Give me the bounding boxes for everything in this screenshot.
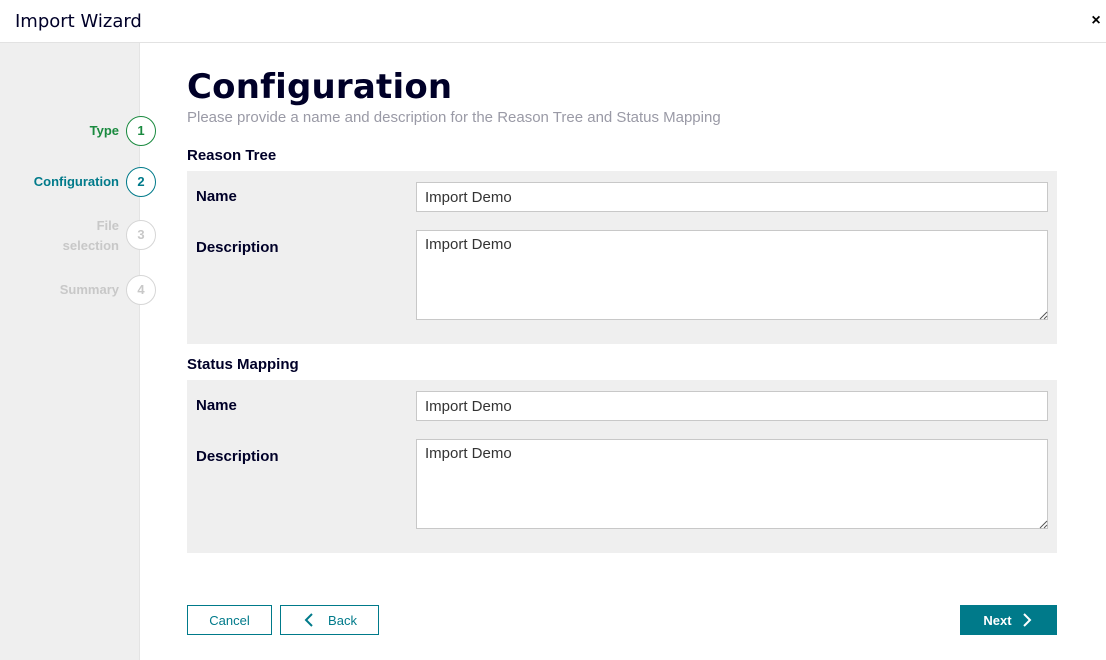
step-file-selection: File selection 3: [0, 216, 160, 256]
step-number-badge: 3: [126, 220, 156, 250]
cancel-button[interactable]: Cancel: [187, 605, 272, 635]
step-type[interactable]: Type 1: [0, 112, 160, 152]
reason-tree-name-label: Name: [196, 188, 237, 205]
wizard-stepper: Type 1 Configuration 2 File selection 3 …: [0, 43, 156, 660]
status-mapping-name-input[interactable]: [416, 391, 1048, 421]
step-label: Summary: [59, 282, 119, 297]
reason-tree-name-input[interactable]: [416, 182, 1048, 212]
step-label: Type: [89, 123, 119, 138]
reason-tree-panel: Name Description Import Demo: [187, 171, 1057, 344]
status-mapping-panel: Name Description Import Demo: [187, 380, 1057, 553]
step-number-badge: 2: [126, 167, 156, 197]
step-label: Configuration: [33, 174, 119, 189]
back-button-label: Back: [328, 612, 357, 628]
status-mapping-name-label: Name: [196, 397, 237, 414]
step-label: File selection: [62, 218, 119, 253]
window-titlebar: Import Wizard ×: [0, 0, 1106, 43]
next-button[interactable]: Next: [960, 605, 1057, 635]
step-number-badge: 1: [126, 116, 156, 146]
page-title: Configuration: [187, 67, 453, 107]
close-icon[interactable]: ×: [1088, 12, 1104, 30]
window-title: Import Wizard: [15, 11, 142, 32]
page-subtitle: Please provide a name and description fo…: [187, 109, 721, 126]
status-mapping-heading: Status Mapping: [187, 356, 299, 373]
back-button[interactable]: Back: [280, 605, 379, 635]
cancel-button-label: Cancel: [209, 612, 250, 628]
step-configuration[interactable]: Configuration 2: [0, 163, 160, 203]
chevron-left-icon: [304, 613, 313, 627]
reason-tree-description-textarea[interactable]: Import Demo: [416, 230, 1048, 320]
reason-tree-description-label: Description: [196, 239, 279, 256]
step-number-badge: 4: [126, 275, 156, 305]
status-mapping-description-label: Description: [196, 448, 279, 465]
step-summary: Summary 4: [0, 271, 160, 311]
status-mapping-description-textarea[interactable]: Import Demo: [416, 439, 1048, 529]
reason-tree-heading: Reason Tree: [187, 147, 277, 164]
next-button-label: Next: [983, 612, 1012, 628]
chevron-right-icon: [1022, 613, 1032, 627]
